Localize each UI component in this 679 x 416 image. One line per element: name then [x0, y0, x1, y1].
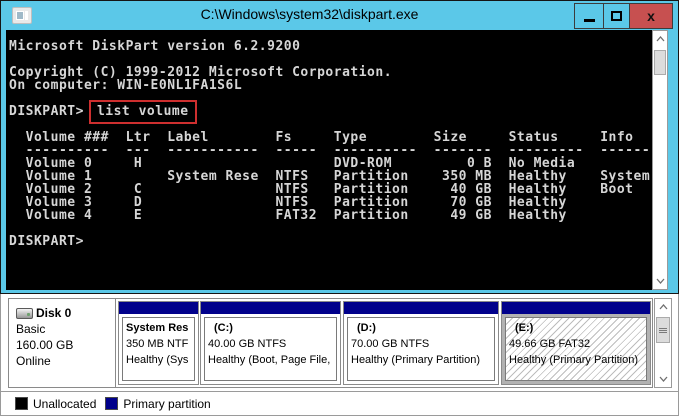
primary-partition-label: Primary partition — [123, 397, 210, 411]
partition-details: System Res 350 MB NTF Healthy (Sys — [122, 317, 195, 381]
disk-name-label: Disk 0 — [36, 305, 71, 321]
console-output[interactable]: Microsoft DiskPart version 6.2.9200 Copy… — [6, 30, 652, 290]
minimize-button[interactable] — [574, 3, 604, 29]
disk-icon — [16, 308, 33, 319]
chevron-up-icon — [656, 36, 665, 42]
partition-e[interactable]: (E:) 49.66 GB FAT32 Healthy (Primary Par… — [501, 301, 651, 385]
unallocated-swatch — [15, 397, 28, 410]
disk0-title: Disk 0 — [16, 305, 115, 321]
scrollbar-grip-icon — [659, 330, 667, 331]
partition-status: Healthy (Sys — [126, 352, 191, 368]
console-scrollbar-thumb[interactable] — [654, 50, 666, 75]
console-line: Microsoft DiskPart version 6.2.9200 — [9, 40, 652, 53]
console-prompt-line: DISKPART>list volume — [9, 105, 652, 118]
partition-color-bar — [201, 302, 340, 314]
chevron-down-icon — [659, 376, 668, 382]
partition-name: (E:) — [509, 320, 643, 336]
disk-scrollbar-thumb[interactable] — [656, 317, 670, 343]
partition-d[interactable]: (D:) 70.00 GB NTFS Healthy (Primary Part… — [343, 301, 499, 385]
chevron-up-icon — [659, 304, 668, 310]
scroll-down-button[interactable] — [653, 273, 667, 289]
console-line: On computer: WIN-E0NL1FA1S6L — [9, 79, 652, 92]
partition-size: 40.00 GB NTFS — [208, 336, 333, 352]
disk0-info-panel[interactable]: Disk 0 Basic 160.00 GB Online — [9, 299, 116, 387]
disk-type-label: Basic — [16, 321, 115, 337]
partition-status: Healthy (Boot, Page File, — [208, 352, 333, 368]
disk-management-pane: Disk 0 Basic 160.00 GB Online System Res… — [0, 294, 679, 416]
partition-name: System Res — [126, 320, 191, 336]
partition-details: (E:) 49.66 GB FAT32 Healthy (Primary Par… — [505, 317, 647, 381]
unallocated-label: Unallocated — [33, 397, 96, 411]
console-line-blank — [9, 222, 652, 235]
maximize-icon — [611, 11, 622, 21]
close-button[interactable]: x — [629, 3, 673, 29]
partition-system-reserved[interactable]: System Res 350 MB NTF Healthy (Sys — [118, 301, 199, 385]
maximize-button[interactable] — [603, 3, 630, 29]
partition-size: 350 MB NTF — [126, 336, 191, 352]
scroll-up-button[interactable] — [653, 31, 667, 47]
console-scrollbar[interactable] — [652, 30, 668, 290]
prompt-text: DISKPART> — [9, 104, 84, 119]
volume-table-row: Volume 4 E FAT32 Partition 49 GB Healthy — [9, 209, 652, 222]
disk-status-label: Online — [16, 353, 115, 369]
console-app-icon[interactable] — [12, 7, 32, 24]
minimize-icon — [584, 19, 595, 22]
partition-color-bar — [119, 302, 198, 314]
disk-management-scrollbar[interactable] — [654, 298, 672, 388]
disk0-row: Disk 0 Basic 160.00 GB Online System Res… — [8, 298, 653, 388]
partition-name: (D:) — [351, 320, 491, 336]
partition-size: 70.00 GB NTFS — [351, 336, 491, 352]
console-app-icon-pane — [16, 11, 24, 20]
partition-color-bar — [344, 302, 498, 314]
window-controls: x — [574, 3, 673, 29]
partition-c[interactable]: (C:) 40.00 GB NTFS Healthy (Boot, Page F… — [200, 301, 341, 385]
partition-details: (C:) 40.00 GB NTFS Healthy (Boot, Page F… — [204, 317, 337, 381]
scroll-up-button[interactable] — [655, 299, 671, 315]
partition-name: (C:) — [208, 320, 333, 336]
disk-size-label: 160.00 GB — [16, 337, 115, 353]
title-bar[interactable]: C:\Windows\system32\diskpart.exe x — [1, 1, 678, 30]
diskpart-window: C:\Windows\system32\diskpart.exe x Micro… — [0, 0, 679, 294]
partition-size: 49.66 GB FAT32 — [509, 336, 643, 352]
chevron-down-icon — [656, 278, 665, 284]
window-title: C:\Windows\system32\diskpart.exe — [61, 6, 558, 22]
primary-partition-swatch — [105, 397, 118, 410]
partition-status: Healthy (Primary Partition) — [509, 352, 643, 368]
partition-details: (D:) 70.00 GB NTFS Healthy (Primary Part… — [347, 317, 495, 381]
command-highlight-box: list volume — [89, 100, 197, 124]
console-prompt-line: DISKPART> — [9, 235, 652, 248]
scroll-down-button[interactable] — [655, 371, 671, 387]
partition-status: Healthy (Primary Partition) — [351, 352, 491, 368]
partition-color-bar — [502, 302, 650, 314]
legend-bar: Unallocated Primary partition — [1, 391, 678, 415]
console-app-icon-side — [25, 11, 28, 20]
